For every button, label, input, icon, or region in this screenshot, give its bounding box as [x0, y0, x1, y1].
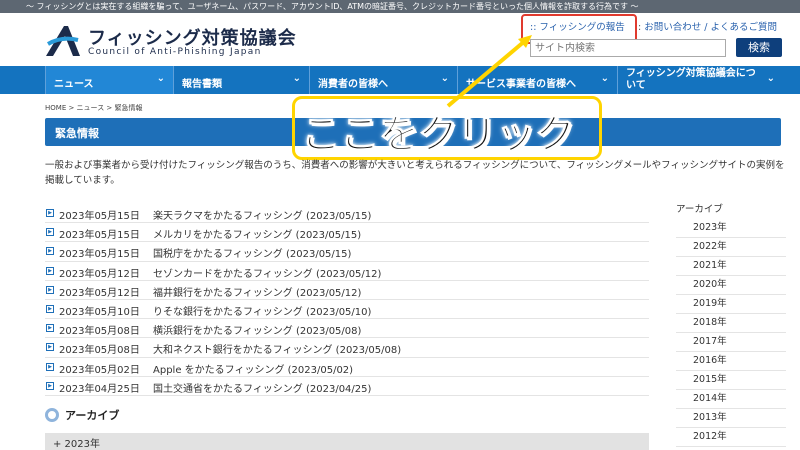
circle-icon — [45, 408, 59, 422]
arrow-bullet-icon: ▶ — [46, 304, 54, 313]
arrow-bullet-icon: ▶ — [46, 247, 54, 256]
nav-reports[interactable]: 報告書類 ⌄ — [173, 66, 309, 94]
list-item[interactable]: ▶ 2023年05月10日 りそな銀行をかたるフィッシング (2023/05/1… — [45, 300, 649, 320]
list-item[interactable]: ▶ 2023年05月08日 横浜銀行をかたるフィッシング (2023/05/08… — [45, 319, 649, 339]
item-date: 2023年05月15日 — [59, 230, 140, 242]
item-title[interactable]: 国土交通省をかたるフィッシング (2023/04/25) — [153, 380, 371, 395]
sidebar-year-link[interactable]: 2017年 — [676, 333, 786, 352]
list-item[interactable]: ▶ 2023年05月15日 メルカリをかたるフィッシング (2023/05/15… — [45, 223, 649, 243]
nav-consumers[interactable]: 消費者の皆様へ ⌄ — [309, 66, 457, 94]
item-date: 2023年05月08日 — [59, 345, 140, 357]
item-title[interactable]: セゾンカードをかたるフィッシング (2023/05/12) — [153, 265, 381, 280]
nav-about-label: フィッシング対策協議会について — [626, 68, 756, 91]
chevron-down-icon: ⌄ — [600, 73, 609, 84]
logo-mark-icon — [46, 26, 80, 56]
item-date: 2023年05月02日 — [59, 364, 140, 376]
callout-text: ここをクリック — [301, 112, 576, 159]
logo-english-name: Council of Anti-Phishing Japan — [88, 47, 262, 57]
sidebar-year-link[interactable]: 2014年 — [676, 390, 786, 409]
sidebar-year-link[interactable]: 2023年 — [676, 219, 786, 238]
item-date: 2023年05月12日 — [59, 287, 140, 299]
chevron-down-icon: ⌄ — [292, 73, 301, 84]
item-date: 2023年05月10日 — [59, 306, 140, 318]
sidebar-year-link[interactable]: 2019年 — [676, 295, 786, 314]
item-title[interactable]: メルカリをかたるフィッシング (2023/05/15) — [153, 226, 361, 241]
archive-heading: アーカイブ — [45, 407, 119, 423]
breadcrumb: HOME > ニュース > 緊急情報 — [45, 104, 143, 112]
chevron-down-icon: ⌄ — [156, 73, 165, 84]
main-nav: ニュース ⌄ 報告書類 ⌄ 消費者の皆様へ ⌄ サービス事業者の皆様へ ⌄ フィ… — [0, 66, 800, 94]
list-item[interactable]: ▶ 2023年05月12日 セゾンカードをかたるフィッシング (2023/05/… — [45, 262, 649, 281]
nav-reports-label: 報告書類 — [182, 79, 222, 90]
arrow-bullet-icon: ▶ — [46, 266, 54, 275]
util-separator: / — [701, 22, 711, 33]
sidebar-year-link[interactable]: 2021年 — [676, 257, 786, 276]
list-item[interactable]: ▶ 2023年04月25日 国土交通省をかたるフィッシング (2023/04/2… — [45, 377, 649, 396]
year-accordion-label: + 2023年 — [53, 439, 101, 450]
archive-heading-text: アーカイブ — [65, 409, 120, 422]
sidebar-year-link[interactable]: 2016年 — [676, 352, 786, 371]
item-title[interactable]: 福井銀行をかたるフィッシング (2023/05/12) — [153, 284, 361, 299]
page-description: 一般および事業者から受け付けたフィッシング報告のうち、消費者への影響が大きいと考… — [45, 160, 785, 186]
item-date: 2023年05月15日 — [59, 211, 140, 222]
item-date: 2023年04月25日 — [59, 383, 140, 395]
top-tagline-bar: 〜 フィッシングとは実在する組織を騙って、ユーザネーム、パスワード、アカウントI… — [0, 0, 800, 13]
sidebar-year-link[interactable]: 2022年 — [676, 238, 786, 257]
sidebar-heading: アーカイブ — [676, 204, 723, 215]
arrow-bullet-icon: ▶ — [46, 228, 54, 237]
arrow-bullet-icon: ▶ — [46, 324, 54, 333]
list-item[interactable]: ▶ 2023年05月08日 大和ネクスト銀行をかたるフィッシング (2023/0… — [45, 338, 649, 358]
nav-about[interactable]: フィッシング対策協議会について ⌄ — [617, 66, 783, 94]
page-title: 緊急情報 — [55, 127, 99, 140]
arrow-bullet-icon: ▶ — [46, 381, 54, 390]
item-title[interactable]: りそな銀行をかたるフィッシング (2023/05/10) — [153, 303, 371, 318]
list-item[interactable]: ▶ 2023年05月02日 Apple をかたるフィッシング (2023/05/… — [45, 358, 649, 377]
site-logo[interactable]: フィッシング対策協議会 Council of Anti-Phishing Jap… — [44, 22, 296, 62]
item-title[interactable]: 国税庁をかたるフィッシング (2023/05/15) — [153, 245, 351, 260]
arrow-bullet-icon: ▶ — [46, 362, 54, 371]
nav-consumers-label: 消費者の皆様へ — [318, 79, 388, 90]
item-title[interactable]: 横浜銀行をかたるフィッシング (2023/05/08) — [153, 322, 361, 337]
list-item[interactable]: ▶ 2023年05月15日 楽天ラクマをかたるフィッシング (2023/05/1… — [45, 204, 649, 224]
arrow-bullet-icon: ▶ — [46, 343, 54, 352]
sidebar-year-link[interactable]: 2012年 — [676, 428, 786, 447]
list-item[interactable]: ▶ 2023年05月12日 福井銀行をかたるフィッシング (2023/05/12… — [45, 281, 649, 300]
archive-sidebar: アーカイブ 2023年 2022年 2021年 2020年 2019年 2018… — [676, 201, 786, 447]
nav-news[interactable]: ニュース ⌄ — [45, 66, 173, 94]
sidebar-year-link[interactable]: 2015年 — [676, 371, 786, 390]
arrow-bullet-icon: ▶ — [46, 209, 54, 217]
item-date: 2023年05月08日 — [59, 326, 140, 338]
sidebar-year-link[interactable]: 2018年 — [676, 314, 786, 333]
year-accordion-2023[interactable]: + 2023年 — [45, 433, 649, 450]
nav-news-label: ニュース — [54, 79, 94, 90]
sidebar-year-link[interactable]: 2013年 — [676, 409, 786, 428]
contact-link[interactable]: お問い合わせ — [644, 22, 701, 33]
list-item[interactable]: ▶ 2023年05月15日 国税庁をかたるフィッシング (2023/05/15) — [45, 242, 649, 262]
click-here-callout: ここをクリック — [292, 96, 602, 160]
faq-link[interactable]: よくあるご質問 — [711, 22, 778, 33]
chevron-down-icon: ⌄ — [766, 73, 775, 84]
site-search-input[interactable] — [530, 39, 726, 57]
search-button[interactable]: 検索 — [736, 38, 782, 57]
item-date: 2023年05月12日 — [59, 268, 140, 280]
sidebar-year-link[interactable]: 2020年 — [676, 276, 786, 295]
item-date: 2023年05月15日 — [59, 249, 140, 261]
item-title[interactable]: Apple をかたるフィッシング (2023/05/02) — [153, 361, 353, 376]
item-title[interactable]: 大和ネクスト銀行をかたるフィッシング (2023/05/08) — [153, 341, 401, 356]
item-title[interactable]: 楽天ラクマをかたるフィッシング (2023/05/15) — [153, 207, 371, 222]
news-list: ▶ 2023年05月15日 楽天ラクマをかたるフィッシング (2023/05/1… — [45, 204, 649, 396]
arrow-bullet-icon: ▶ — [46, 285, 54, 294]
